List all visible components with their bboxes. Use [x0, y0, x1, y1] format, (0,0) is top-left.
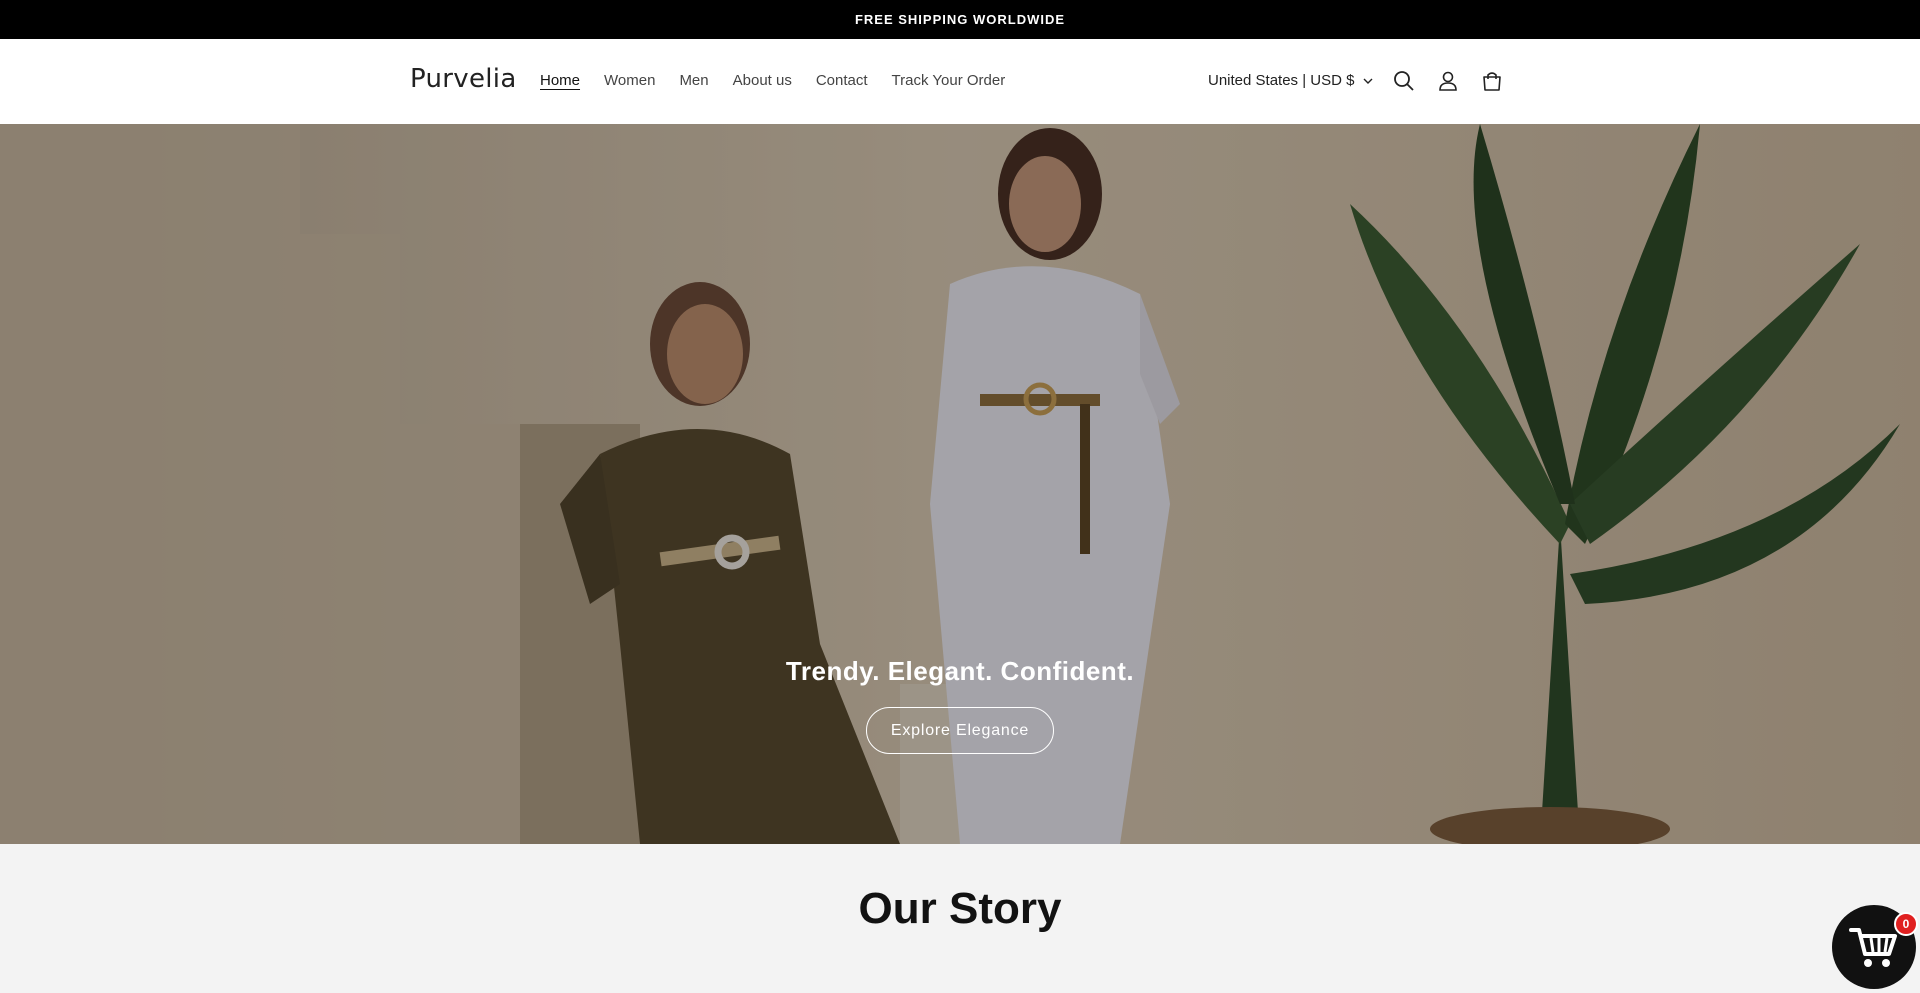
nav-item-track-order[interactable]: Track Your Order [892, 72, 1006, 89]
nav-item-men[interactable]: Men [679, 72, 708, 89]
shopping-cart-icon [1849, 928, 1897, 967]
chevron-down-icon [1363, 78, 1373, 84]
explore-elegance-button[interactable]: Explore Elegance [866, 707, 1054, 754]
nav-item-home[interactable]: Home [540, 72, 580, 89]
nav-item-women[interactable]: Women [604, 72, 655, 89]
nav-item-about-us[interactable]: About us [733, 72, 792, 89]
cart-count-badge: 0 [1894, 912, 1918, 936]
site-logo[interactable]: Purvelia [410, 64, 517, 94]
nav-item-contact[interactable]: Contact [816, 72, 868, 89]
cart-icon[interactable] [1478, 67, 1506, 95]
site-header: Purvelia Home Women Men About us Contact… [0, 39, 1920, 124]
announcement-bar: FREE SHIPPING WORLDWIDE [0, 0, 1920, 39]
locale-label: United States | USD $ [1208, 72, 1355, 89]
main-nav: Home Women Men About us Contact Track Yo… [540, 72, 1029, 89]
our-story-section: Our Story [0, 844, 1920, 993]
country-currency-selector[interactable]: United States | USD $ [1208, 72, 1374, 89]
hero-heading: Trendy. Elegant. Confident. [785, 656, 1135, 686]
story-title: Our Story [858, 884, 1062, 933]
announcement-text: FREE SHIPPING WORLDWIDE [854, 12, 1066, 27]
hero-banner: Trendy. Elegant. Confident. Explore Eleg… [0, 124, 1920, 844]
search-icon[interactable] [1390, 67, 1418, 95]
account-icon[interactable] [1434, 67, 1462, 95]
